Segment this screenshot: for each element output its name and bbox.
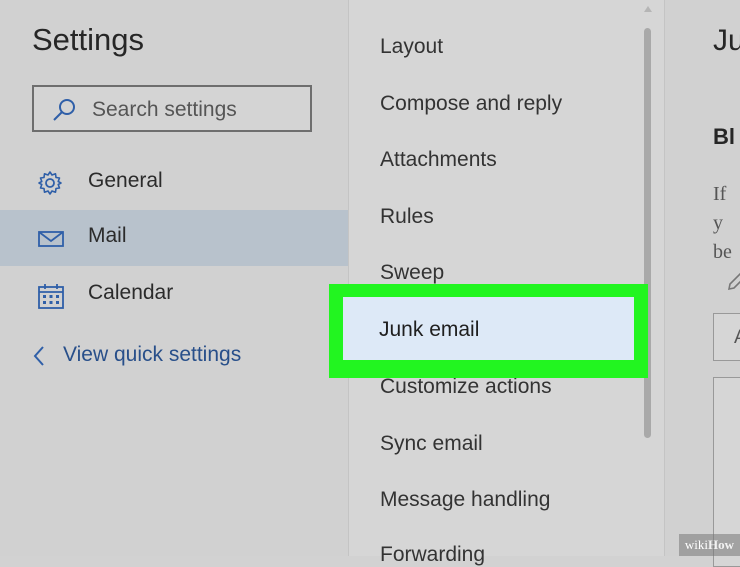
quick-settings-label: View quick settings: [63, 343, 242, 366]
junk-email-label: Junk email: [379, 318, 480, 341]
mail-icon: [37, 225, 65, 256]
sidebar-item-label: Mail: [88, 224, 127, 247]
section-heading: Bl: [713, 124, 735, 149]
calendar-icon: [37, 282, 65, 315]
add-input-box[interactable]: A: [713, 313, 740, 361]
sidebar-item-label: General: [88, 169, 163, 192]
menu-item-message-handling[interactable]: Message handling: [380, 488, 550, 512]
menu-item-customize-actions[interactable]: Customize actions: [380, 375, 552, 399]
sidebar-item-mail[interactable]: Mail: [0, 210, 348, 266]
mail-settings-menu: Layout Compose and reply Attachments Rul…: [348, 0, 665, 566]
search-input[interactable]: [90, 87, 304, 132]
watermark-prefix: wiki: [684, 537, 708, 552]
menu-item-compose-and-reply[interactable]: Compose and reply: [380, 92, 562, 116]
menu-item-junk-email[interactable]: Junk email: [343, 297, 634, 360]
menu-item-sweep[interactable]: Sweep: [380, 261, 444, 285]
description-line: be: [713, 241, 732, 263]
scroll-up-arrow[interactable]: [643, 0, 653, 12]
sidebar-item-calendar[interactable]: Calendar: [0, 267, 348, 323]
sidebar-item-general[interactable]: General: [0, 155, 348, 211]
pane-title: Ju: [713, 24, 740, 57]
wikihow-watermark: wikiHow: [678, 534, 740, 556]
chevron-left-icon: [32, 344, 46, 373]
pencil-icon[interactable]: [725, 271, 740, 298]
junk-email-pane: Ju Bl If y be A: [664, 0, 740, 567]
section-description: If y be: [713, 180, 740, 267]
add-box-text: A: [734, 327, 740, 349]
menu-item-sync-email[interactable]: Sync email: [380, 432, 483, 456]
search-box[interactable]: [32, 85, 312, 132]
menu-item-attachments[interactable]: Attachments: [380, 148, 497, 172]
settings-title: Settings: [32, 22, 145, 57]
sidebar-item-label: Calendar: [88, 281, 174, 304]
menu-item-rules[interactable]: Rules: [380, 205, 434, 229]
gear-icon: [37, 170, 63, 201]
description-line: If y: [713, 183, 727, 234]
search-icon: [52, 98, 76, 127]
watermark-brand: How: [708, 537, 734, 552]
menu-item-layout[interactable]: Layout: [380, 35, 443, 59]
settings-sidebar: Settings General Mail: [0, 0, 348, 556]
highlight-frame: Junk email: [329, 284, 648, 378]
menu-item-forwarding[interactable]: Forwarding: [380, 543, 485, 567]
